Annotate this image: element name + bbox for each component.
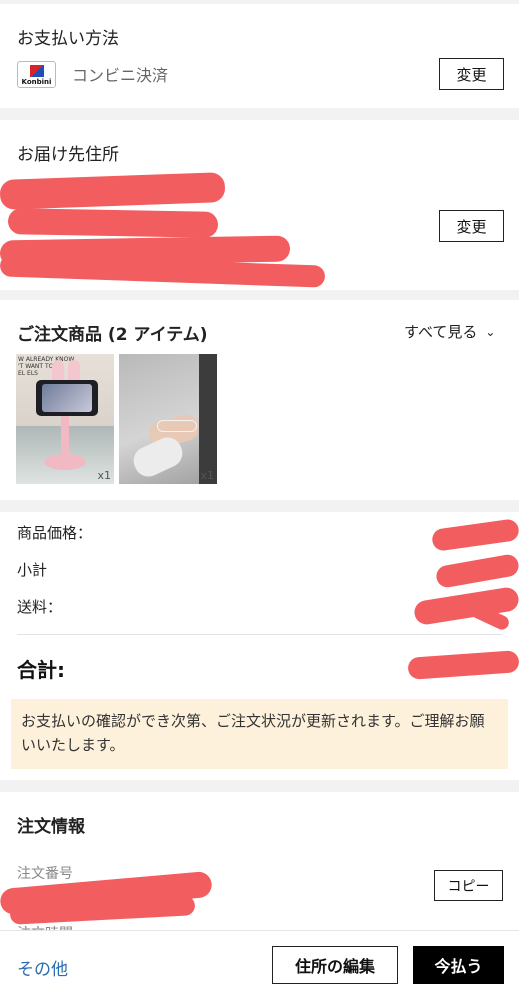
order-number-label: 注文番号 <box>17 866 73 882</box>
payment-method: コンビニ決済 <box>72 66 169 85</box>
see-all-label: すべて見る <box>404 323 478 341</box>
product-1-qty: x1 <box>97 469 111 482</box>
chevron-down-icon: ⌄ <box>485 324 496 339</box>
payment-notice: お支払いの確認ができ次第、ご注文状況が更新されます。ご理解お願いいたします。 <box>11 699 508 769</box>
payment-change-button[interactable]: 変更 <box>439 58 504 90</box>
payment-notice-text: お支払いの確認ができ次第、ご注文状況が更新されます。ご理解お願いいたします。 <box>21 712 485 754</box>
footer-bar: その他 住所の編集 今払う <box>0 930 519 999</box>
konbini-logo: Konbini <box>17 61 56 88</box>
product-2-dark-edge <box>199 354 217 484</box>
payment-title: お支払い方法 <box>17 29 119 49</box>
total-label: 合計: <box>17 658 65 682</box>
product-thumbnail-1[interactable]: W ALREADY KNOW 'T WANT TO EL ELS x1 <box>16 354 114 484</box>
payment-section: お支払い方法 Konbini コンビニ決済 変更 <box>0 4 519 108</box>
see-all-link[interactable]: すべて見る ⌄ <box>404 321 495 342</box>
copy-order-number-button[interactable]: コピー <box>434 870 503 901</box>
summary-section: 商品価格： 小計 送料： 合計: お支払いの確認ができ次第、ご注文状況が更新され… <box>0 512 519 780</box>
product-2-qty: x1 <box>200 469 214 482</box>
phone-stand-pole <box>61 416 69 458</box>
delivery-title: お届け先住所 <box>17 145 119 165</box>
total-value-redaction <box>407 650 519 680</box>
order-info-section: 注文情報 注文番号 注文時間 コピー <box>0 792 519 942</box>
shipping-label: 送料： <box>17 598 63 616</box>
items-title: ご注文商品 (2 アイテム) <box>17 325 208 345</box>
items-section: ご注文商品 (2 アイテム) すべて見る ⌄ W ALREADY KNOW 'T… <box>0 300 519 500</box>
delivery-section: お届け先住所 変更 <box>0 120 519 290</box>
pay-now-button[interactable]: 今払う <box>413 946 504 984</box>
phone-stand-base <box>44 454 86 470</box>
summary-divider <box>17 634 502 635</box>
product-1-caption-text: W ALREADY KNOW 'T WANT TO EL ELS <box>18 356 75 377</box>
subtotal-label: 小計 <box>17 561 48 579</box>
product-thumbnail-2[interactable]: x1 <box>119 354 217 484</box>
order-info-title: 注文情報 <box>17 817 85 837</box>
product-2-glasses <box>157 420 197 432</box>
other-link[interactable]: その他 <box>17 955 68 980</box>
phone-image <box>36 380 98 416</box>
konbini-logo-mark <box>30 65 44 77</box>
price-label: 商品価格： <box>17 524 93 542</box>
edit-address-button[interactable]: 住所の編集 <box>272 946 398 984</box>
delivery-change-button[interactable]: 変更 <box>439 210 504 242</box>
konbini-logo-text: Konbini <box>21 78 52 86</box>
